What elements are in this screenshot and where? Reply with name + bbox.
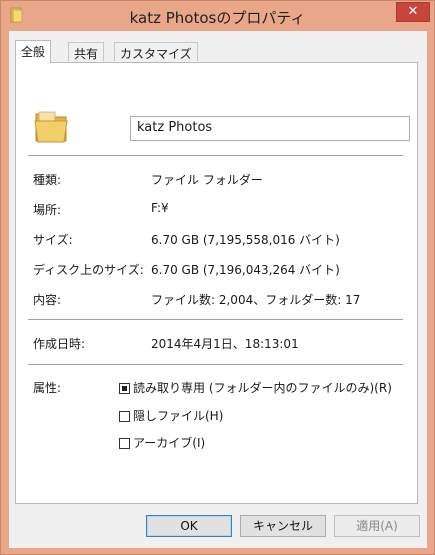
created-label: 作成日時: (33, 337, 86, 351)
archive-checkbox-label: アーカイブ(I) (133, 436, 206, 450)
size-label: サイズ: (33, 233, 73, 247)
hidden-checkbox-row[interactable]: 隠しファイル(H) (119, 407, 223, 423)
size-value: 6.70 GB (7,195,558,016 バイト) (151, 233, 340, 247)
apply-button[interactable]: 適用(A) (334, 515, 420, 537)
type-value: ファイル フォルダー (151, 173, 263, 187)
hidden-checkbox-label: 隠しファイル(H) (133, 409, 224, 423)
cancel-button[interactable]: キャンセル (240, 515, 326, 537)
location-label: 場所: (33, 203, 62, 217)
folder-name-input[interactable]: katz Photos (130, 116, 410, 141)
disk-size-label: ディスク上のサイズ: (33, 263, 144, 277)
folder-icon (34, 111, 68, 143)
dialog-client: 全般 共有 カスタマイズ katz Photos 種類: ファイル フォルダー … (9, 31, 427, 548)
contains-label: 内容: (33, 293, 62, 307)
type-label: 種類: (33, 173, 62, 187)
tab-customize[interactable]: カスタマイズ (114, 42, 198, 61)
tab-sharing[interactable]: 共有 (68, 42, 105, 61)
window-title: katz Photosのプロパティ (129, 9, 306, 27)
contains-value: ファイル数: 2,004、フォルダー数: 17 (151, 293, 361, 307)
readonly-checkbox[interactable] (119, 383, 130, 394)
general-panel: katz Photos 種類: ファイル フォルダー 場所: F:¥ サイズ: … (15, 62, 418, 504)
title-bar[interactable]: katz Photosのプロパティ ✕ (1, 1, 434, 31)
ok-button[interactable]: OK (146, 515, 232, 537)
close-button[interactable]: ✕ (396, 2, 430, 22)
separator (28, 155, 403, 156)
readonly-checkbox-label: 読み取り専用 (フォルダー内のファイルのみ)(R) (133, 381, 392, 395)
created-value: 2014年4月1日、18:13:01 (151, 337, 299, 351)
separator (28, 319, 403, 320)
archive-checkbox[interactable] (119, 438, 130, 449)
properties-window: katz Photosのプロパティ ✕ 全般 共有 カスタマイズ katz Ph… (0, 0, 435, 555)
disk-size-value: 6.70 GB (7,196,043,264 バイト) (151, 263, 340, 277)
location-value: F:¥ (151, 201, 169, 215)
attributes-label: 属性: (33, 381, 62, 395)
hidden-checkbox[interactable] (119, 411, 130, 422)
separator (28, 364, 403, 365)
archive-checkbox-row[interactable]: アーカイブ(I) (119, 434, 205, 450)
tab-general[interactable]: 全般 (15, 40, 52, 63)
readonly-checkbox-row[interactable]: 読み取り専用 (フォルダー内のファイルのみ)(R) (119, 379, 392, 395)
